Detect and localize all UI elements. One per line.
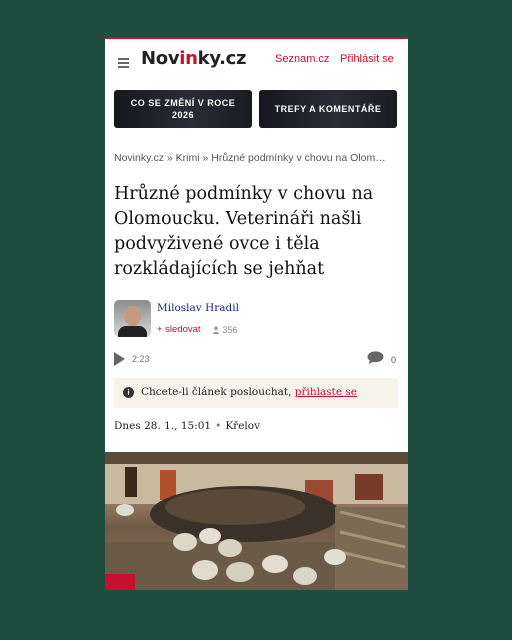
follower-count: 356 <box>212 325 238 335</box>
seznam-link[interactable]: Seznam.cz <box>275 53 329 65</box>
promo-title: TREFY A KOMENTÁŘE <box>274 104 382 114</box>
info-icon: i <box>123 387 134 398</box>
menu-icon[interactable] <box>118 58 129 68</box>
promo-banner-comments[interactable]: TREFY A KOMENTÁŘE <box>259 90 397 128</box>
promo-banner-2026[interactable]: CO SE ZMĚNÍ V ROCE 2026 <box>114 90 252 128</box>
play-icon[interactable] <box>114 352 125 366</box>
avatar[interactable] <box>114 300 151 337</box>
article-dateline: Dnes 28. 1., 15:01 • Křelov <box>114 420 261 432</box>
article-headline: Hrůzné podmínky v chovu na Olomoucku. Ve… <box>114 184 374 279</box>
follow-button[interactable]: + sledovat <box>157 324 201 335</box>
login-to-listen-link[interactable]: přihlaste se <box>295 386 357 398</box>
comment-icon[interactable] <box>367 351 384 364</box>
article-photo[interactable] <box>105 452 408 590</box>
login-link[interactable]: Přihlásit se <box>340 53 394 65</box>
listen-text: Chcete-li článek poslouchat, <box>141 386 295 398</box>
mobile-page: Novinky.cz Seznam.cz Přihlásit se CO SE … <box>105 37 408 590</box>
site-logo[interactable]: Novinky.cz <box>141 48 247 69</box>
breadcrumb[interactable]: Novinky.cz » Krimi » Hrůzné podmínky v c… <box>114 152 402 164</box>
comment-count[interactable]: 0 <box>391 355 396 365</box>
author-name[interactable]: Miloslav Hradil <box>157 302 239 314</box>
publish-date: Dnes 28. 1., 15:01 <box>114 420 212 432</box>
audio-duration: 2:23 <box>132 354 150 364</box>
promo-year: 2026 <box>171 110 194 120</box>
person-icon <box>212 326 220 334</box>
listen-notice: i Chcete-li článek poslouchat, přihlaste… <box>114 378 398 408</box>
top-bar: Novinky.cz Seznam.cz Přihlásit se <box>105 39 408 83</box>
location: Křelov <box>225 420 261 432</box>
promo-title: CO SE ZMĚNÍ V ROCE <box>130 98 236 108</box>
